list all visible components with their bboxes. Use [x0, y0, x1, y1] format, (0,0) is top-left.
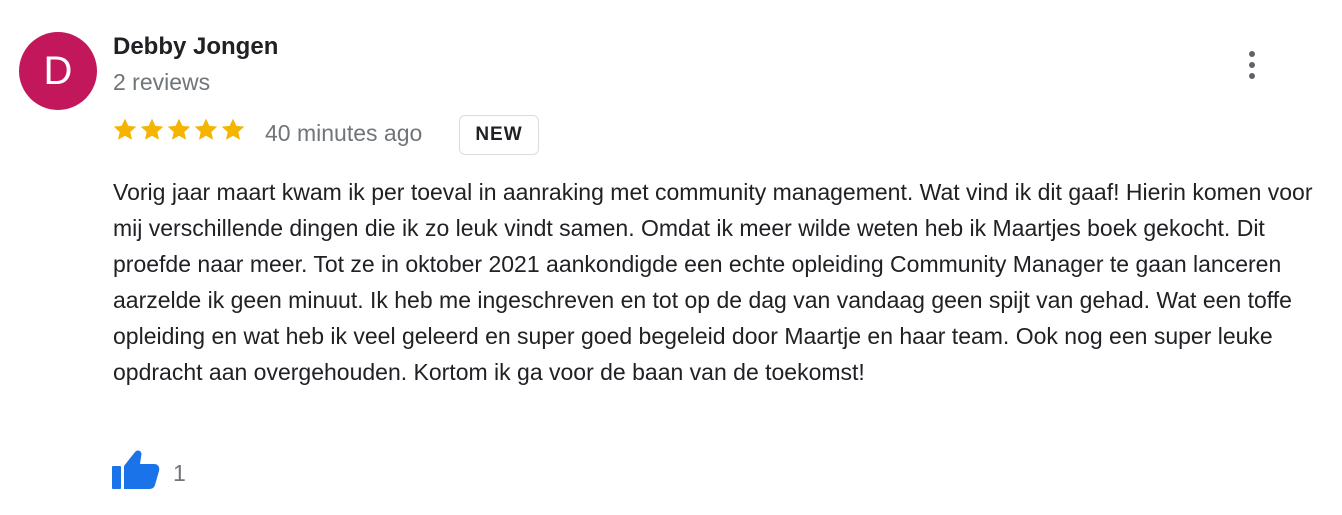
like-button[interactable] [112, 448, 160, 490]
star-icon [113, 118, 137, 140]
review-text: Vorig jaar maart kwam ik per toeval in a… [113, 179, 1313, 385]
review-time: 40 minutes ago [265, 120, 423, 146]
more-options-button[interactable] [1235, 46, 1269, 84]
star-icon [140, 118, 164, 140]
author-name[interactable]: Debby Jongen [113, 33, 278, 61]
star-icon [221, 118, 245, 140]
star-icon [194, 118, 218, 140]
new-badge: NEW [459, 115, 539, 155]
avatar[interactable]: D [19, 32, 97, 110]
review-count[interactable]: 2 reviews [113, 69, 210, 96]
like-count: 1 [173, 460, 186, 486]
star-rating [112, 117, 246, 143]
avatar-letter: D [43, 48, 73, 93]
thumbs-up-icon [112, 450, 160, 489]
more-vertical-icon [1249, 51, 1255, 79]
star-icon [167, 118, 191, 140]
